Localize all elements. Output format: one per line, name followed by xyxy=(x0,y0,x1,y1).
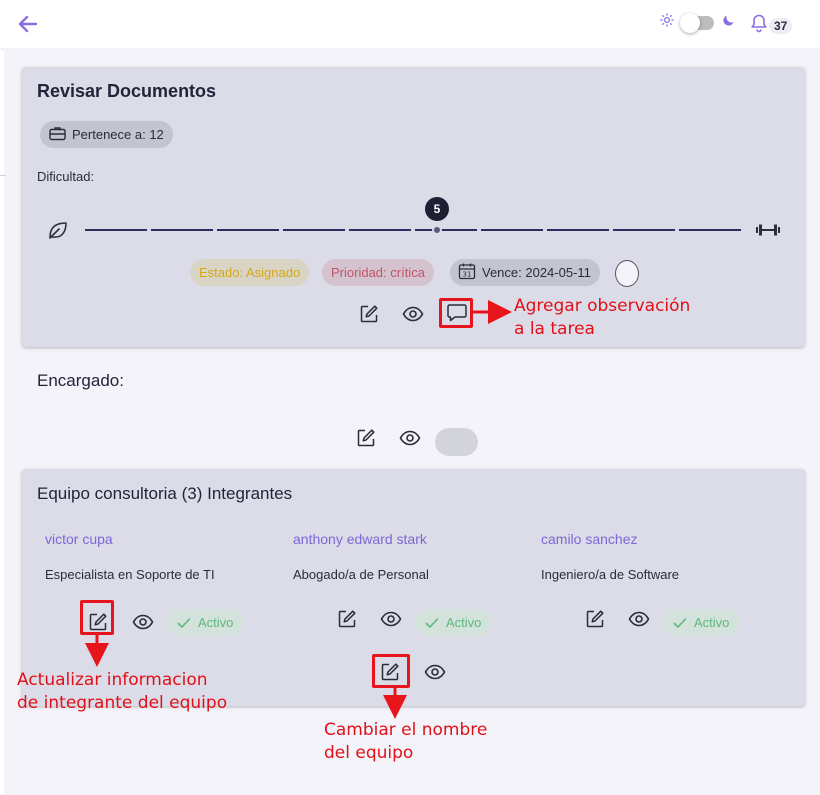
add-observation-button[interactable] xyxy=(445,301,469,325)
member-name[interactable]: camilo sanchez xyxy=(541,531,638,547)
divider xyxy=(0,175,6,176)
slider-track-segment xyxy=(481,229,543,231)
status-badge: Activo xyxy=(167,609,244,636)
assignee-label: Encargado: xyxy=(37,371,124,390)
edit-icon xyxy=(360,305,378,323)
eye-icon xyxy=(402,306,424,322)
slider-track-segment xyxy=(217,229,279,231)
slider-track-segment xyxy=(547,229,609,231)
belongs-to-label: Pertenece a: 12 xyxy=(72,127,164,142)
dark-mode-switch[interactable] xyxy=(680,12,714,33)
slider-track-segment xyxy=(151,229,213,231)
edit-assignee-button[interactable] xyxy=(354,426,378,450)
status-badge: Activo xyxy=(415,609,492,636)
edit-member-button[interactable] xyxy=(335,607,359,631)
slider-track-segment xyxy=(283,229,345,231)
bell-icon xyxy=(750,13,768,38)
slider-track[interactable] xyxy=(85,229,745,231)
moon-icon xyxy=(722,13,736,32)
due-date-label: Vence: 2024-05-11 xyxy=(482,265,591,280)
comment-icon xyxy=(447,304,467,322)
member-role: Especialista en Soporte de TI xyxy=(45,567,215,582)
theme-toggle xyxy=(660,12,736,33)
priority-badge: Prioridad: crítica xyxy=(322,259,434,286)
belongs-to-chip: Pertenece a: 12 xyxy=(40,121,173,148)
slider-track-segment xyxy=(349,229,411,231)
annotation-update-member: Actualizar informacion de integrante del… xyxy=(17,669,227,715)
status-label: Activo xyxy=(446,615,482,630)
team-title: Equipo consultoria (3) Integrantes xyxy=(37,484,293,503)
edit-icon xyxy=(586,610,604,628)
view-team-button[interactable] xyxy=(423,660,447,684)
edit-member-button[interactable] xyxy=(86,610,110,634)
edit-icon xyxy=(89,613,107,631)
eye-icon xyxy=(399,430,421,446)
annotation-line: Agregar observación xyxy=(514,296,691,316)
slider-value-label: 5 xyxy=(425,197,449,221)
view-member-button[interactable] xyxy=(131,610,155,634)
edit-icon xyxy=(338,610,356,628)
status-label: Activo xyxy=(198,615,234,630)
arrow-left-icon[interactable] xyxy=(16,12,40,36)
difficulty-slider[interactable]: 5 xyxy=(47,197,782,246)
annotation-line: a la tarea xyxy=(514,319,595,339)
assignee-chip[interactable] xyxy=(435,428,478,456)
annotation-line: Actualizar informacion xyxy=(17,670,208,690)
edit-team-name-button[interactable] xyxy=(378,660,402,684)
slider-thumb[interactable] xyxy=(432,225,442,235)
briefcase-icon xyxy=(49,126,66,144)
status-badge: Activo xyxy=(663,609,740,636)
status-badge: Estado: Asignado xyxy=(190,259,310,286)
top-bar: 37 xyxy=(0,0,820,48)
member-role: Abogado/a de Personal xyxy=(293,567,429,582)
annotation-rename-team: Cambiar el nombre del equipo xyxy=(324,719,487,765)
check-icon xyxy=(673,617,687,628)
avatar-button[interactable] xyxy=(615,260,639,287)
edit-member-button[interactable] xyxy=(583,607,607,631)
eye-icon xyxy=(628,611,650,627)
view-member-button[interactable] xyxy=(627,607,651,631)
annotation-line: Cambiar el nombre xyxy=(324,720,488,740)
view-assignee-button[interactable] xyxy=(398,426,422,450)
dumbbell-icon xyxy=(755,222,781,243)
check-icon xyxy=(177,617,191,628)
edit-icon xyxy=(357,429,375,447)
annotation-line: de integrante del equipo xyxy=(17,693,228,713)
member-role: Ingeniero/a de Software xyxy=(541,567,680,582)
annotation-add-observation: Agregar observación a la tarea xyxy=(514,295,690,341)
member-name[interactable]: anthony edward stark xyxy=(293,531,427,547)
eye-icon xyxy=(380,611,402,627)
annotation-line: del equipo xyxy=(324,743,414,763)
eye-icon xyxy=(424,664,446,680)
slider-track-segment xyxy=(85,229,147,231)
view-member-button[interactable] xyxy=(379,607,403,631)
eye-icon xyxy=(132,614,154,630)
edit-task-button[interactable] xyxy=(357,302,381,326)
edit-icon xyxy=(381,663,399,681)
slider-track-segment xyxy=(613,229,675,231)
task-title: Revisar Documentos xyxy=(37,81,217,101)
due-date-chip: 31 Vence: 2024-05-11 xyxy=(450,259,600,286)
sun-icon xyxy=(660,13,674,32)
status-label: Activo xyxy=(694,615,730,630)
slider-track-segment xyxy=(679,229,741,231)
switch-knob xyxy=(680,12,700,33)
svg-text:31: 31 xyxy=(463,271,472,279)
notifications-button[interactable]: 37 xyxy=(750,13,793,38)
slider-track-segment xyxy=(415,229,477,231)
check-icon xyxy=(425,617,439,628)
leaf-icon xyxy=(47,219,69,246)
notification-count-badge: 37 xyxy=(769,17,793,34)
calendar-icon: 31 xyxy=(458,262,476,283)
member-name[interactable]: victor cupa xyxy=(45,531,113,547)
difficulty-label: Dificultad: xyxy=(37,169,95,184)
view-task-button[interactable] xyxy=(401,302,425,326)
